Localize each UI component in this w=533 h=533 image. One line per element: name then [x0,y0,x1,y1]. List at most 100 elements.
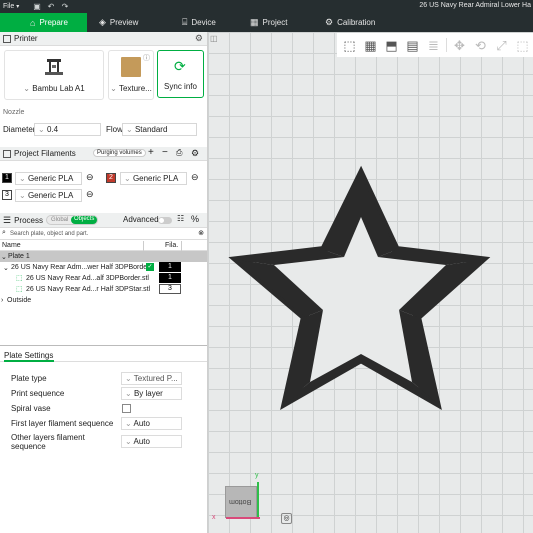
plate-settings-header: Plate Settings [0,349,207,362]
add-filament-icon[interactable]: + [148,147,154,158]
other-layers-sequence-label: Other layers filament sequence [11,433,85,451]
printer-icon [45,59,63,75]
move-icon[interactable]: ✥ [451,37,468,54]
filament-select[interactable]: ⌄ Generic PLA [15,172,82,185]
first-layer-sequence-label: First layer filament sequence [11,419,114,428]
flow-field[interactable]: ⌄ Standard [122,123,197,136]
other-layers-sequence-select[interactable]: ⌄ Auto [121,435,182,448]
process-icon: ☰ [3,214,12,225]
undo-icon[interactable]: ↶ [44,2,58,11]
objects-toggle[interactable]: Objects [71,216,98,224]
filament-color-swatch[interactable]: 2 [106,173,116,183]
clear-search-icon[interactable]: ⊗ [198,229,204,237]
layers-icon[interactable]: ≣ [425,37,442,54]
part-icon: ⬚ [16,286,23,293]
fit-view-icon[interactable]: ◎ [281,513,292,524]
tree-row-outside[interactable]: › Outside [0,295,207,306]
tab-preview[interactable]: ◈ Preview [87,13,170,32]
rotate-icon[interactable]: ⟲ [472,37,489,54]
filament-section-icon [3,149,11,158]
global-toggle[interactable]: Global [51,217,68,223]
device-icon: ⌸ [182,17,188,27]
advanced-label: Advanced [123,215,159,224]
filament-index-box[interactable]: 1 [159,273,181,283]
printer-settings-gear-icon[interactable]: ⚙ [195,33,203,44]
search-icon: ⌕ [2,229,6,236]
filament-remove-icon[interactable]: ⊖ [86,189,94,200]
plate-settings-panel: Plate Settings [0,349,207,362]
tree-row-object[interactable]: ⌄ 26 US Navy Rear Adm...wer Half 3DPBord… [0,262,207,273]
filament-remove-icon[interactable]: ⊖ [86,172,94,183]
file-menu[interactable]: File ▾ [0,3,30,10]
tree-row-part[interactable]: ⬚ 26 US Navy Rear Ad...alf 3DPBorder.stl… [0,273,207,284]
object-search[interactable]: ⌕ Search plate, object and part. ⊗ [0,229,207,240]
diameter-field[interactable]: ⌄ 0.4 [34,123,101,136]
title-bar: File ▾ ▣ ↶ ↷ 26 US Navy Rear Admiral Low… [0,0,533,13]
process-percent-icon[interactable]: % [191,214,199,224]
main-tab-bar: ⌂ Prepare ◈ Preview ⌸ Device ▦ Project ⚙… [0,13,533,32]
printer-select-card[interactable]: ⌄ Bambu Lab A1 [4,50,104,100]
filament-sync-icon[interactable]: ⎙ [176,148,182,158]
filament-select[interactable]: ⌄ Generic PLA [120,172,187,185]
arrange-grid-icon[interactable]: ▦ [362,37,379,54]
tree-row-part[interactable]: ⬚ 26 US Navy Rear Ad...r Half 3DPStar.st… [0,284,207,295]
process-mode-toggle: Global Objects [46,215,98,225]
tab-prepare[interactable]: ⌂ Prepare [0,13,87,32]
remove-filament-icon[interactable]: − [162,147,168,158]
viewport-toolbar: ⬚ ▦ ⬒ ▤ ≣ ✥ ⟲ ⤢ ⬚ [337,33,533,57]
name-column-header[interactable]: Name [2,242,21,249]
filament-item: 1 ⌄ Generic PLA ⊖ [2,172,102,185]
prepare-icon: ⌂ [30,17,36,28]
fila-column-header[interactable]: Fila. [165,242,178,249]
filament-index-box[interactable]: 1 [159,262,181,272]
left-sidebar: Printer ⚙ ⌄ Bambu Lab A1 ⓘ ⌄ Texture... … [0,32,208,533]
window-title: 26 US Navy Rear Admiral Lower Ha [419,2,531,9]
scale-icon[interactable]: ⤢ [493,37,510,54]
tab-calibration[interactable]: ⚙ Calibration [313,13,387,32]
save-icon[interactable]: ▣ [30,2,44,11]
printer-section-icon [3,34,11,43]
plate-settings-underline [4,360,54,362]
print-sequence-select[interactable]: ⌄ By layer [121,387,182,400]
checkbox-checked-icon[interactable]: ✓ [146,263,154,271]
tab-device[interactable]: ⌸ Device [170,13,238,32]
star-model[interactable] [208,32,533,533]
axis-y-label: y [255,472,259,479]
plate-type-select[interactable]: ⌄ Textured P... [121,372,182,385]
textured-plate-thumbnail [121,57,141,77]
filament-item: 2 ⌄ Generic PLA ⊖ [106,172,206,185]
plate-type-label: Plate type [11,374,47,383]
axis-x-label: x [212,514,216,521]
split-plate-icon[interactable]: ▤ [404,37,421,54]
filaments-section-header: Project Filaments Purging volumes + − ⎙ … [0,147,207,161]
filament-color-swatch[interactable]: 1 [2,173,12,183]
search-input[interactable]: Search plate, object and part. [10,231,88,237]
filament-settings-gear-icon[interactable]: ⚙ [191,148,199,159]
plate-type-card[interactable]: ⓘ ⌄ Texture... [108,50,154,100]
part-icon: ⬚ [16,275,23,282]
purging-volumes-button[interactable]: Purging volumes [93,149,146,157]
sync-info-button[interactable]: ⟳ Sync info [157,50,204,98]
plate-name: ⌄ Texture... [110,84,152,93]
advanced-switch[interactable] [158,217,172,224]
filament-select[interactable]: ⌄ Generic PLA [15,189,82,202]
process-section-header: ☰ Process Global Objects Advanced ☷ % [0,213,207,228]
filament-index-box[interactable]: 3 [159,284,181,294]
plate-info-icon[interactable]: ⓘ [143,53,150,63]
filament-color-swatch[interactable]: 3 [2,190,12,200]
3d-viewport[interactable]: ◫ Bottom y x ◎ [208,32,533,533]
nozzle-params: Diameter ⌄ 0.4 Flow ⌄ Standard [3,123,203,137]
object-tree-header: Name Fila. [0,241,207,251]
spiral-vase-checkbox[interactable] [122,404,131,413]
more-tools-icon[interactable]: ⬚ [514,37,531,54]
tree-row-plate[interactable]: ⌄ Plate 1 [0,251,207,262]
add-object-icon[interactable]: ⬚ [341,37,358,54]
orient-icon[interactable]: ⬒ [383,37,400,54]
tab-project[interactable]: ▦ Project [238,13,313,32]
toolbar-divider [446,38,447,52]
process-compare-icon[interactable]: ☷ [177,214,184,223]
first-layer-sequence-select[interactable]: ⌄ Auto [121,417,182,430]
project-icon: ▦ [250,17,259,27]
redo-icon[interactable]: ↷ [58,2,72,11]
filament-remove-icon[interactable]: ⊖ [191,172,199,183]
